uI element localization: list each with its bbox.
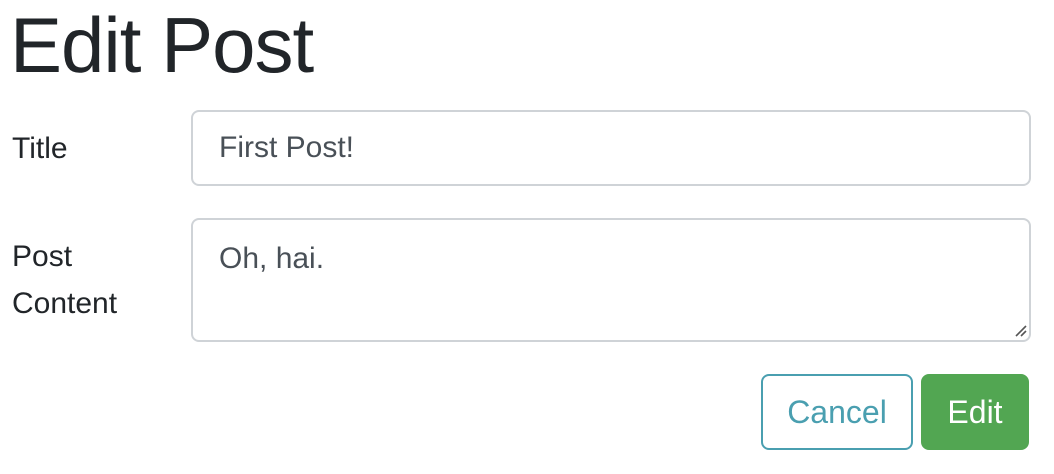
title-label: Title xyxy=(12,132,68,165)
cancel-button[interactable]: Cancel xyxy=(761,374,913,450)
page-title: Edit Post xyxy=(10,1,314,89)
resize-handle-icon[interactable] xyxy=(1012,322,1028,338)
post-content-label: Post Content xyxy=(12,240,118,320)
post-content-textarea[interactable]: Oh, hai. xyxy=(191,218,1031,342)
edit-button[interactable]: Edit xyxy=(921,374,1029,450)
edit-post-page: Edit Post Title Post Content Oh, hai. Ca… xyxy=(0,0,1054,474)
title-input[interactable] xyxy=(191,110,1031,186)
